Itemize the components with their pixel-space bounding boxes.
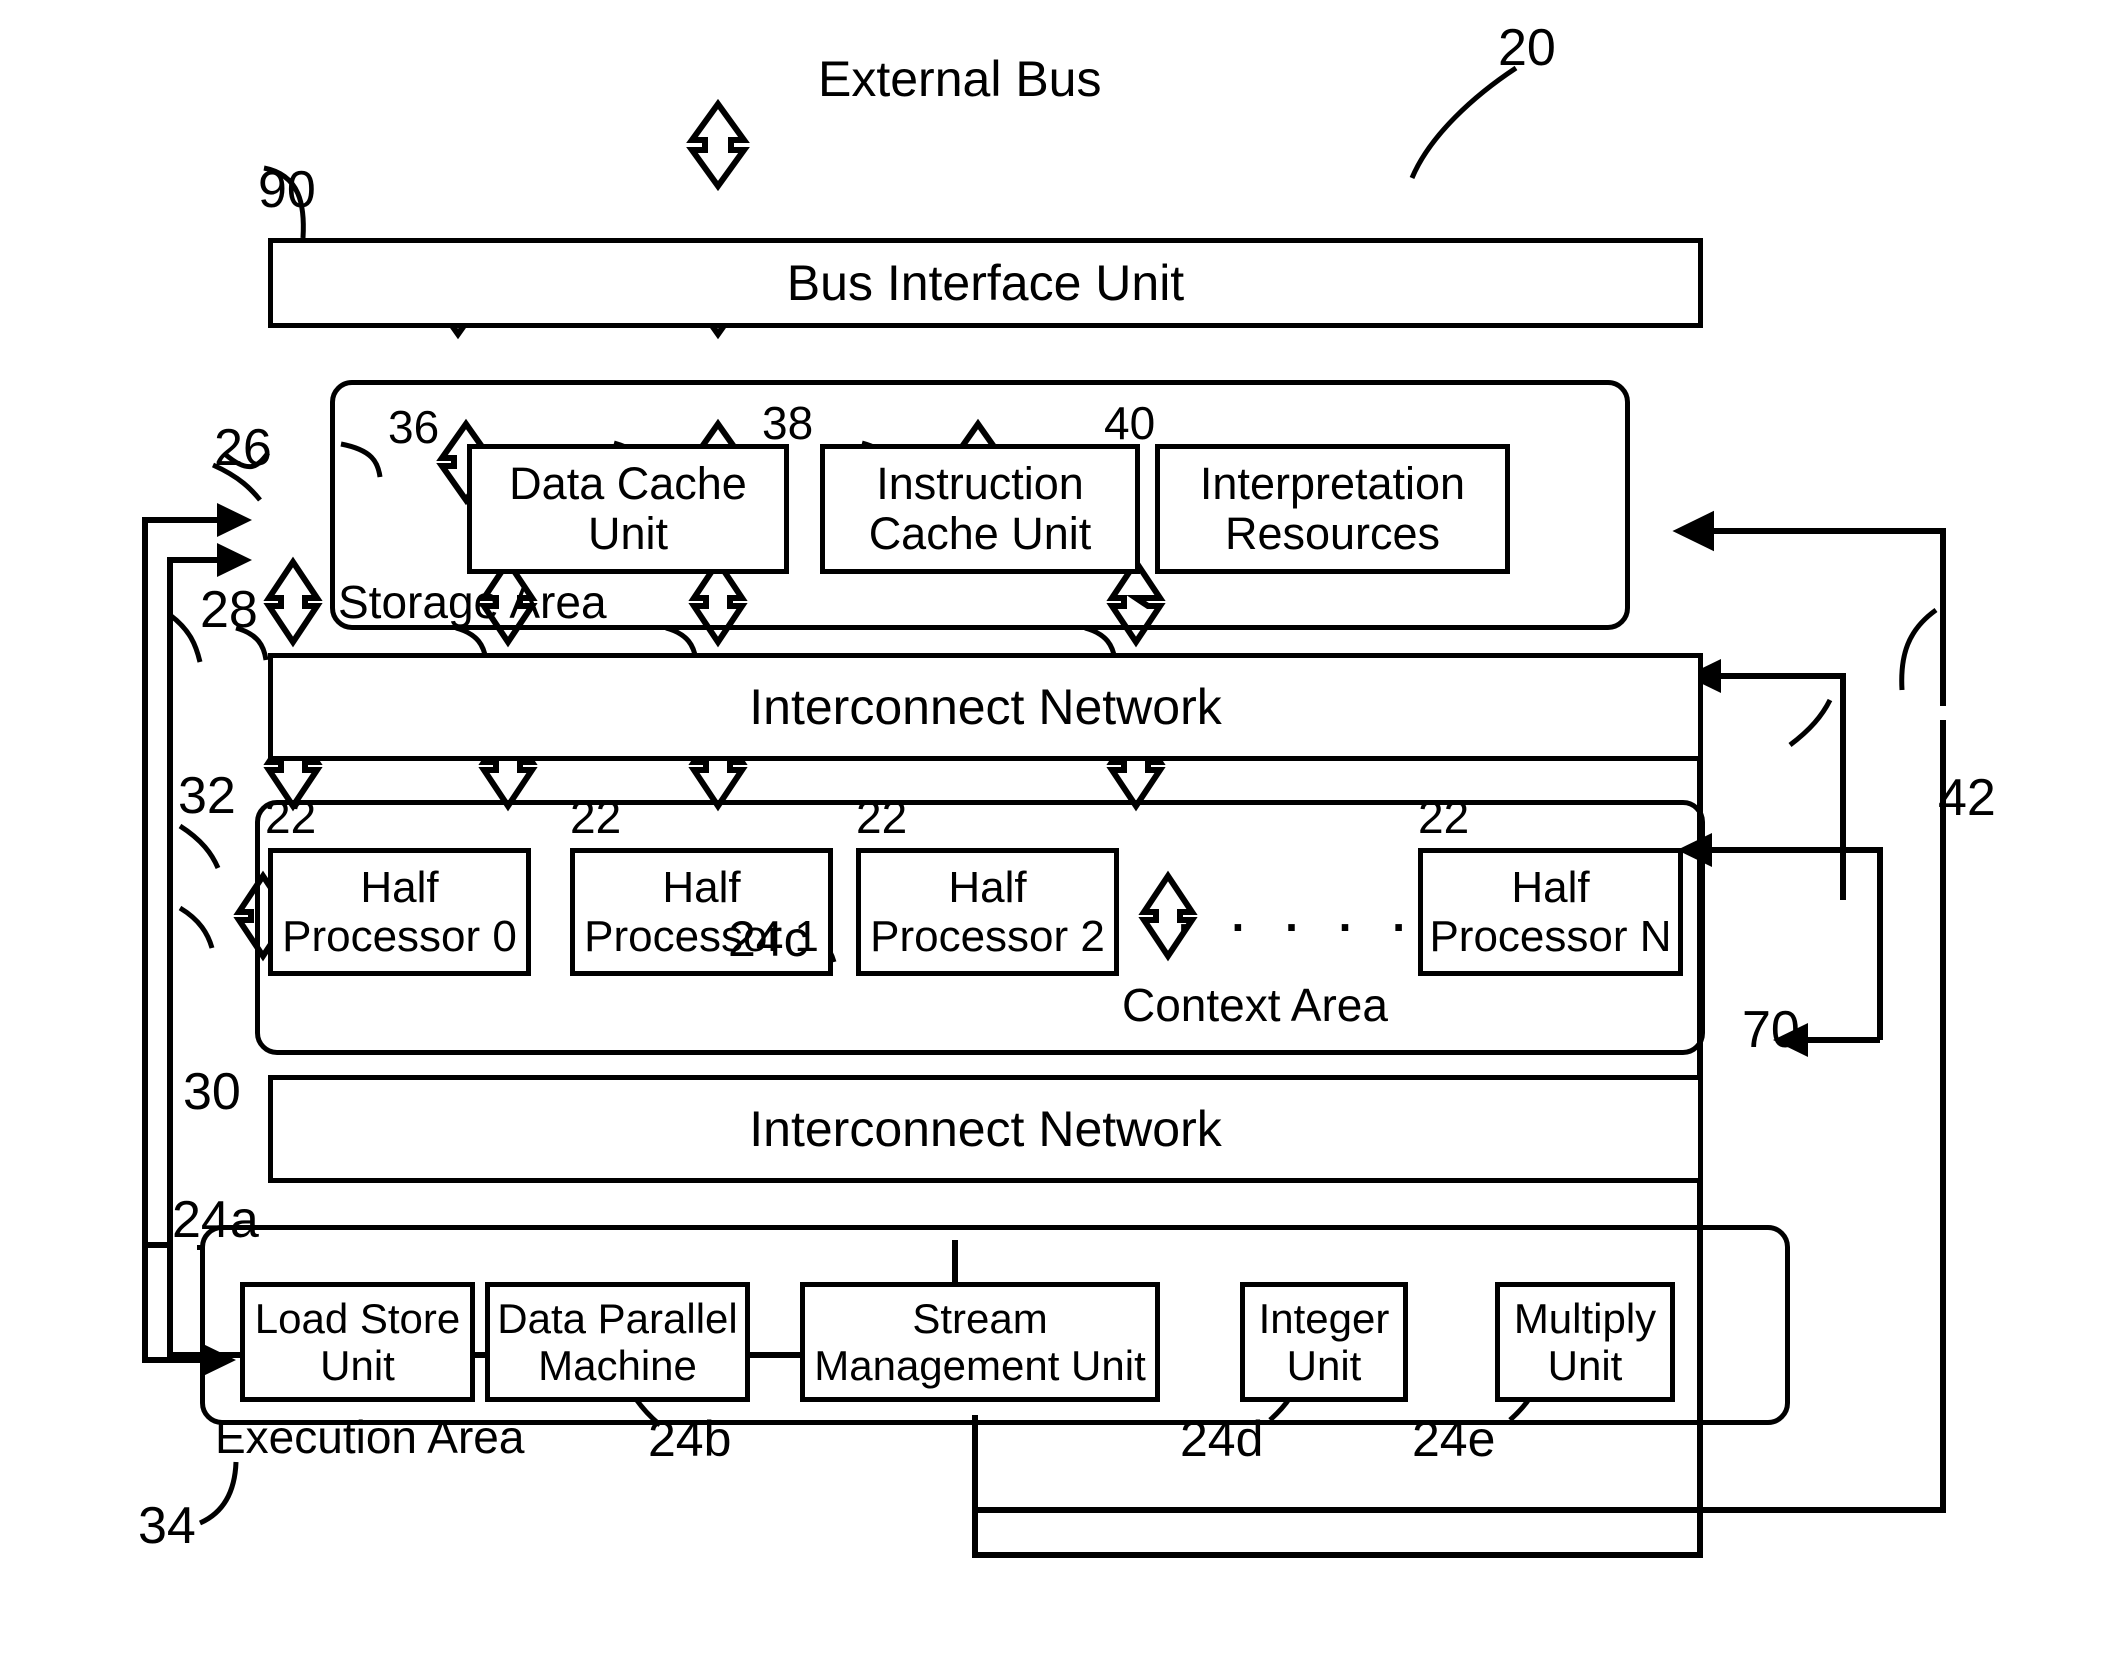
half-processor-2-line2: Processor 2 [870,912,1105,961]
stream-management-unit-line1: Stream [912,1294,1048,1342]
feedback-line-net28 [1694,528,1946,706]
half-processor-0-line2: Processor 0 [282,912,517,961]
feedback-line-hpN [1703,673,1846,900]
arrow-left-into-net28-a [217,503,252,537]
ref-36: 36 [388,401,440,453]
load-store-unit[interactable]: Load Store Unit [240,1282,475,1402]
stream-management-unit[interactable]: Stream Management Unit [800,1282,1160,1402]
instruction-cache-unit-label: Instruction Cache Unit [868,457,1092,559]
external-bus-label: External Bus [818,51,1102,107]
patent-figure: External Bus 20 90 Bus Interface Unit St… [0,0,2119,1675]
ref-22-hpN: 22 [1418,791,1470,843]
ref-38: 38 [762,397,814,449]
data-parallel-machine-line2: Machine [538,1342,697,1389]
half-processor-0-line1: Half [360,862,439,912]
interconnect-network-bottom[interactable]: Interconnect Network [268,1075,1703,1183]
feedback-line-net30 [1694,847,1883,920]
load-store-unit-line2: Unit [320,1342,395,1389]
integer-unit-line2: Unit [1286,1342,1362,1389]
ref-90: 90 [258,161,316,219]
ref-24c: 24c [728,911,809,967]
half-processor-1-line1: Half [662,862,741,912]
integer-unit[interactable]: Integer Unit [1240,1282,1408,1402]
multiply-unit-line2: Unit [1547,1342,1623,1389]
storage-area-label: Storage Area [338,576,607,628]
half-processor-2[interactable]: Half Processor 2 [856,848,1119,976]
ref-22-hp0: 22 [265,791,317,843]
half-processor-ellipsis: . . . . . [1178,889,1420,941]
data-parallel-machine[interactable]: Data Parallel Machine [485,1282,750,1402]
ref-34: 34 [138,1497,196,1555]
ref-24d: 24d [1180,1411,1264,1467]
integer-unit-line1: Integer [1258,1294,1390,1342]
half-processor-n[interactable]: Half Processor N [1418,848,1683,976]
ref-30: 30 [183,1063,241,1121]
multiply-unit[interactable]: Multiply Unit [1495,1282,1675,1402]
left-feedback-exec [142,1245,203,1363]
load-store-unit-line1: Load Store [254,1294,461,1342]
bus-interface-unit[interactable]: Bus Interface Unit [268,238,1703,328]
data-cache-unit[interactable]: Data Cache Unit [467,444,789,574]
ref-22-hp2: 22 [856,791,908,843]
instruction-cache-unit[interactable]: Instruction Cache Unit [820,444,1140,574]
ref-70: 70 [1742,1001,1800,1059]
interconnect-network-top[interactable]: Interconnect Network [268,653,1703,761]
feedback-line-exec-right [1790,920,1883,1043]
interpretation-resources[interactable]: Interpretation Resources [1155,444,1510,574]
ref-24b: 24b [648,1411,732,1467]
stream-management-unit-line2: Management Unit [814,1342,1146,1389]
half-processor-n-line1: Half [1511,862,1590,912]
execution-area-label: Execution Area [215,1411,525,1463]
ref-24e: 24e [1412,1411,1496,1467]
half-processor-n-line2: Processor N [1429,912,1672,961]
data-cache-unit-label: Data Cache Unit [509,457,747,559]
ref-32: 32 [178,767,236,825]
interpretation-resources-label: Interpretation Resources [1199,457,1466,559]
arrow-external-bus [686,98,750,192]
ref-28: 28 [200,581,258,639]
arrow-feedback-into-net28 [1672,510,1945,706]
arrow-net28-to-hp0 [263,556,323,648]
context-area-label: Context Area [1122,979,1388,1031]
ref-26: 26 [214,419,272,477]
ref-40: 40 [1104,397,1156,449]
ref-42: 42 [1938,769,1996,827]
arrow-left-into-net28-b [217,543,252,577]
multiply-unit-line1: Multiply [1513,1294,1657,1342]
ref-20: 20 [1498,19,1556,77]
data-parallel-machine-line1: Data Parallel [497,1294,738,1342]
ref-22-hp1: 22 [570,791,622,843]
half-processor-2-line1: Half [948,862,1027,912]
ref-24a: 24a [172,1191,259,1249]
half-processor-0[interactable]: Half Processor 0 [268,848,531,976]
